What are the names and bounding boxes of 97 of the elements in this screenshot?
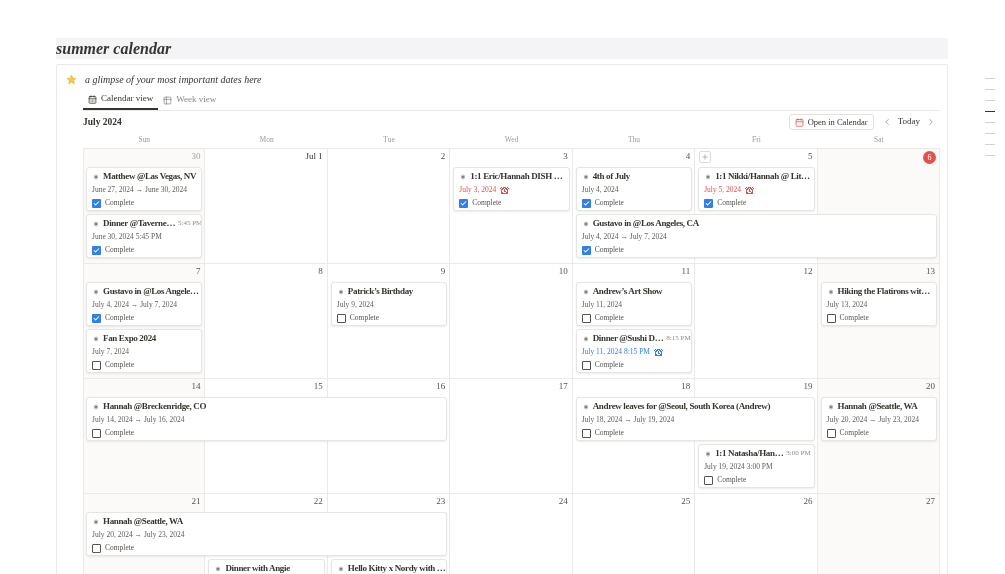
event-title: Hiking the Flatirons wit… [837, 285, 930, 298]
asterisk-icon [704, 449, 713, 458]
event-title: Hannah @Seattle, WA [103, 515, 183, 528]
event-title: Gustavo in @Los Angeles, CA [592, 217, 699, 230]
day-number: 21 [191, 495, 201, 508]
checkbox[interactable] [92, 245, 101, 255]
checkbox[interactable] [92, 313, 101, 323]
asterisk-icon [92, 517, 100, 526]
day-number: 3 [563, 150, 568, 163]
event-title: Andrew’s Art Show [592, 285, 663, 298]
asterisk-icon [581, 287, 590, 296]
open-in-calendar-button[interactable]: Open in Calendar [788, 114, 874, 130]
day-number: 16 [436, 380, 446, 393]
table-of-contents-icon [985, 78, 995, 156]
callout-text: a glimpse of your most important dates here [85, 73, 262, 86]
checkbox[interactable] [92, 543, 101, 553]
asterisk-icon [92, 172, 100, 181]
view-tab[interactable]: Week view [158, 90, 222, 110]
day-number: 9 [440, 265, 446, 278]
event-card[interactable]: Hello Kitty x Nordy with … [330, 559, 448, 574]
star-icon [66, 74, 77, 85]
event-title: Matthew @Las Vegas, NV [103, 170, 197, 183]
asterisk-icon [826, 402, 835, 411]
event-title: Hannah @Seattle, WA [837, 400, 918, 413]
event-title: Dinner @Taverne… [103, 217, 176, 230]
day-number: 17 [558, 380, 568, 393]
day-number: 22 [313, 495, 323, 508]
day-number: 24 [558, 495, 568, 508]
checkbox[interactable] [336, 313, 346, 323]
checkbox[interactable] [581, 360, 591, 370]
checkbox[interactable] [459, 198, 469, 208]
event-title: 4th of July [592, 170, 630, 183]
day-number: 12 [803, 265, 813, 278]
event-title: Hello Kitty x Nordy with … [347, 562, 446, 574]
day-number: 13 [926, 265, 935, 278]
asterisk-icon [336, 287, 345, 296]
day-number: 27 [926, 495, 935, 508]
day-number: 18 [681, 380, 691, 393]
asterisk-icon [92, 219, 100, 228]
day-number: 30 [191, 150, 201, 163]
asterisk-icon [92, 334, 100, 343]
checkbox[interactable] [704, 475, 714, 485]
checkbox[interactable] [826, 313, 836, 323]
asterisk-icon [826, 287, 835, 296]
day-number: 7 [195, 265, 201, 278]
checkbox[interactable] [581, 245, 591, 255]
asterisk-icon [459, 172, 468, 181]
event-card[interactable]: Dinner with Angie [208, 559, 325, 574]
asterisk-icon [92, 287, 100, 296]
checkbox[interactable] [92, 360, 101, 370]
checkbox[interactable] [581, 198, 591, 208]
day-number: Jul 1 [305, 150, 323, 163]
checkbox[interactable] [826, 428, 836, 438]
event-title: Dinner with Angie [225, 562, 290, 574]
plus-icon [701, 153, 710, 161]
today-button[interactable]: Today [897, 115, 920, 129]
table-icon [163, 95, 173, 105]
checkbox[interactable] [92, 428, 101, 438]
asterisk-icon [581, 334, 590, 343]
event-title: 1:1 Nikki/Hannah @ Lit… [715, 170, 810, 183]
checkbox[interactable] [704, 198, 714, 208]
day-number: 23 [436, 495, 446, 508]
page-title: summer calendar [56, 38, 172, 59]
checkbox[interactable] [581, 313, 591, 323]
day-number: 2 [440, 150, 446, 163]
event-title: Dinner @Sushi D… [592, 332, 664, 345]
asterisk-icon [214, 564, 223, 573]
checkbox[interactable] [92, 198, 101, 208]
view-tab[interactable]: Calendar view [83, 90, 159, 110]
asterisk-icon [581, 219, 590, 228]
day-number: 19 [803, 380, 813, 393]
event-title: Gustavo in @Los Angele… [103, 285, 199, 298]
day-number: 5 [808, 150, 813, 163]
day-number: 8 [318, 265, 323, 278]
asterisk-icon [92, 402, 100, 411]
day-number: 4 [685, 150, 691, 163]
asterisk-icon [581, 402, 590, 411]
day-number: 26 [803, 495, 813, 508]
calendar-icon [794, 117, 804, 127]
event-title: Patrick’s Birthday [347, 285, 413, 298]
asterisk-icon [704, 172, 713, 181]
day-number: 20 [926, 380, 935, 393]
event-title: Hannah @Breckenridge, CO [103, 400, 207, 413]
asterisk-icon [336, 564, 345, 573]
calendar-icon [88, 94, 97, 104]
event-title: Andrew leaves for @Seoul, South Korea (Andrew) [592, 400, 771, 413]
event-title: Fan Expo 2024 [103, 332, 156, 345]
month-label: July 2024 [83, 115, 122, 129]
day-number: 11 [681, 265, 691, 278]
day-number: 14 [191, 380, 201, 393]
checkbox[interactable] [581, 428, 591, 438]
day-number: 10 [558, 265, 568, 278]
day-number: 15 [313, 380, 323, 393]
event-title: 1:1 Eric/Hannah DISH … [470, 170, 563, 183]
asterisk-icon [581, 172, 590, 181]
event-title: 1:1 Natasha/Han… [715, 447, 784, 460]
day-number: 25 [681, 495, 691, 508]
